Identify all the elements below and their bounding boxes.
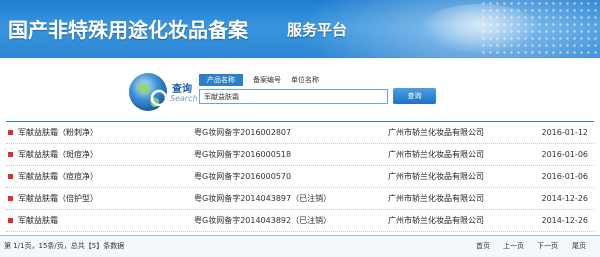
site-title: 国产非特殊用途化妆品备案 (8, 18, 248, 42)
header-banner: 国产非特殊用途化妆品备案 服务平台 (0, 0, 600, 58)
banner-dot-pattern (480, 0, 600, 58)
record-date: 2016-01-06 (541, 150, 589, 159)
tab-company-name[interactable]: 单位名称 (285, 74, 325, 86)
company-name: 广州市轿兰化妆品有限公司 (388, 194, 484, 203)
product-name-link[interactable]: 军献益肤霜 (18, 210, 58, 231)
search-heading: 查询 (172, 84, 192, 95)
record-number: 粤G妆网备字2014043892（已注销） (194, 216, 332, 225)
list-item: 军献益肤霜（倍护型） 粤G妆网备字2014043897（已注销） 广州市轿兰化妆… (6, 188, 594, 210)
bullet-icon (8, 130, 13, 135)
pagination-bar: 第 1/1页，15条/页，总共【5】条数据 首页 上一页 下一页 尾页 (0, 235, 600, 257)
company-name: 广州市轿兰化妆品有限公司 (388, 150, 484, 159)
product-name-link[interactable]: 军献益肤霜（斑痘净） (18, 144, 98, 165)
record-date: 2014-12-26 (541, 216, 589, 225)
site-subtitle: 服务平台 (287, 21, 348, 39)
product-name-link[interactable]: 军献益肤霜（痘痘净） (18, 166, 98, 187)
next-page-link[interactable]: 下一页 (537, 236, 558, 256)
bullet-icon (8, 218, 13, 223)
bullet-icon (8, 152, 13, 157)
list-item: 军献益肤霜（痘痘净） 粤G妆网备字2016000570 广州市轿兰化妆品有限公司… (6, 166, 594, 188)
record-date: 2014-12-26 (541, 194, 589, 203)
results-list: 军献益肤霜（粉刺净） 粤G妆网备字2016002807 广州市轿兰化妆品有限公司… (6, 122, 594, 232)
last-page-link[interactable]: 尾页 (572, 236, 586, 256)
product-name-link[interactable]: 军献益肤霜（粉刺净） (18, 122, 98, 143)
company-name: 广州市轿兰化妆品有限公司 (388, 172, 484, 181)
search-input[interactable] (199, 89, 388, 104)
search-button[interactable]: 查询 (393, 88, 436, 104)
bullet-icon (8, 174, 13, 179)
tab-product-name[interactable]: 产品名称 (199, 74, 243, 86)
company-name: 广州市轿兰化妆品有限公司 (388, 128, 484, 137)
record-date: 2016-01-12 (541, 128, 589, 137)
list-item: 军献益肤霜（粉刺净） 粤G妆网备字2016002807 广州市轿兰化妆品有限公司… (6, 122, 594, 144)
tab-record-number[interactable]: 备案编号 (247, 74, 287, 86)
record-number: 粤G妆网备字2014043897（已注销） (194, 194, 332, 203)
record-number: 粤G妆网备字2016002807 (194, 128, 292, 137)
record-number: 粤G妆网备字2016000518 (194, 150, 292, 159)
record-number: 粤G妆网备字2016000570 (194, 172, 292, 181)
prev-page-link[interactable]: 上一页 (503, 236, 524, 256)
pagination-info: 第 1/1页，15条/页，总共【5】条数据 (4, 242, 125, 250)
search-heading-en: Search (170, 94, 198, 103)
first-page-link[interactable]: 首页 (476, 236, 490, 256)
record-date: 2016-01-06 (541, 172, 589, 181)
company-name: 广州市轿兰化妆品有限公司 (388, 216, 484, 225)
bullet-icon (8, 196, 13, 201)
list-item: 军献益肤霜 粤G妆网备字2014043892（已注销） 广州市轿兰化妆品有限公司… (6, 210, 594, 232)
list-item: 军献益肤霜（斑痘净） 粤G妆网备字2016000518 广州市轿兰化妆品有限公司… (6, 144, 594, 166)
product-name-link[interactable]: 军献益肤霜（倍护型） (18, 188, 98, 209)
